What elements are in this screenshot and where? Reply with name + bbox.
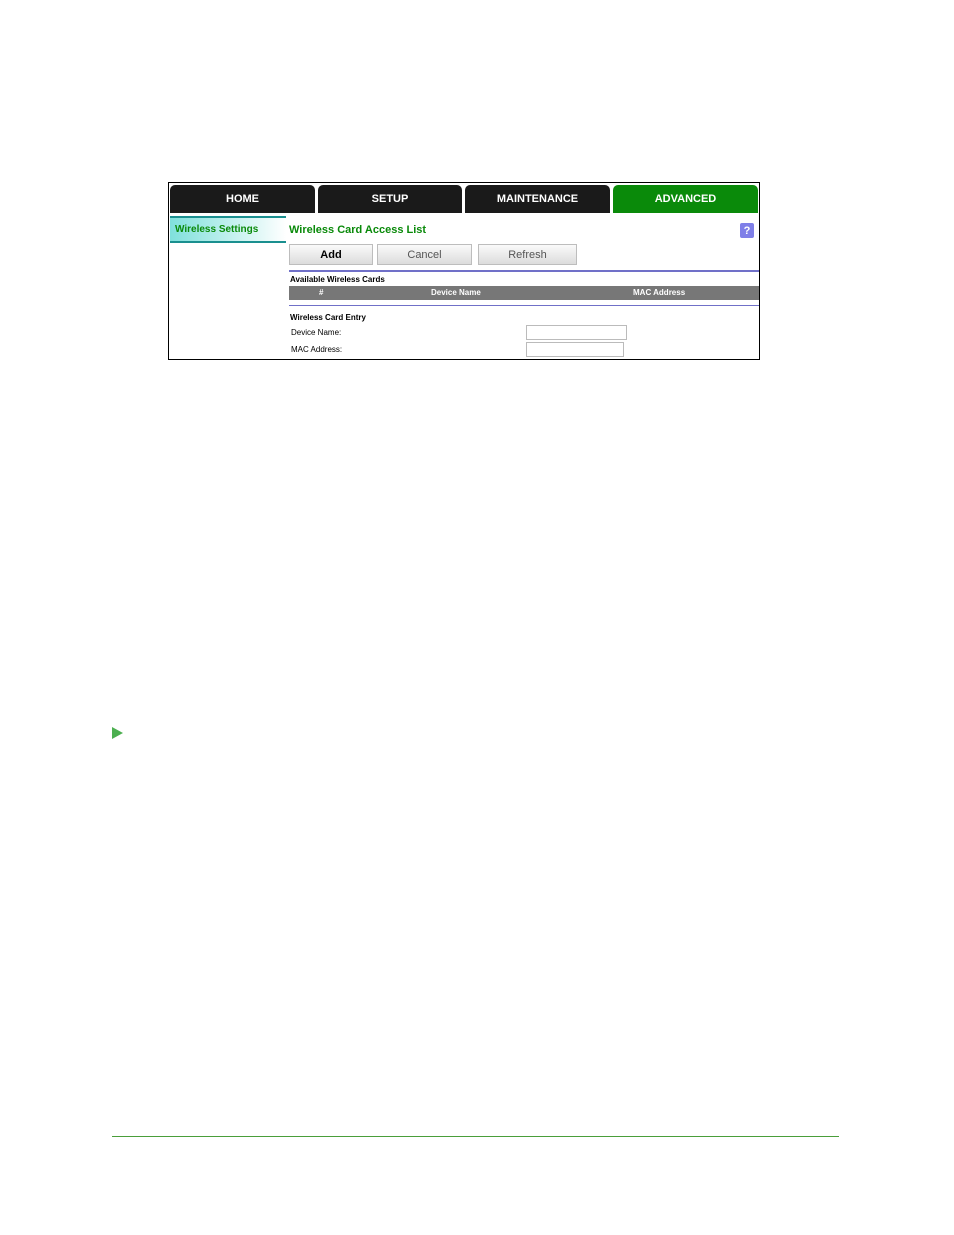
sidebar: Wireless Settings bbox=[169, 216, 286, 246]
column-header-device-name: Device Name bbox=[431, 288, 481, 297]
page-title: Wireless Card Access List bbox=[289, 224, 427, 236]
tab-home[interactable]: HOME bbox=[170, 185, 315, 213]
tab-setup[interactable]: SETUP bbox=[318, 185, 462, 213]
card-entry-heading: Wireless Card Entry bbox=[290, 313, 366, 322]
column-header-mac-address: MAC Address bbox=[633, 288, 686, 297]
tab-advanced[interactable]: ADVANCED bbox=[613, 185, 758, 213]
device-name-label: Device Name: bbox=[291, 328, 342, 337]
cards-table-header: # Device Name MAC Address bbox=[289, 286, 759, 300]
refresh-button[interactable]: Refresh bbox=[478, 244, 577, 265]
mac-address-label: MAC Address: bbox=[291, 345, 343, 354]
tab-maintenance[interactable]: MAINTENANCE bbox=[465, 185, 610, 213]
column-header-number: # bbox=[319, 288, 324, 297]
footer-divider bbox=[112, 1136, 839, 1137]
cancel-button[interactable]: Cancel bbox=[377, 244, 472, 265]
router-admin-screenshot: HOME SETUP MAINTENANCE ADVANCED Wireless… bbox=[168, 182, 760, 360]
mac-address-input[interactable] bbox=[526, 342, 624, 357]
available-cards-heading: Available Wireless Cards bbox=[290, 275, 385, 284]
top-nav-tabs: HOME SETUP MAINTENANCE ADVANCED bbox=[169, 183, 759, 213]
device-name-input[interactable] bbox=[526, 325, 627, 340]
divider bbox=[289, 270, 759, 272]
divider bbox=[289, 305, 759, 306]
sidebar-item-wireless-settings[interactable]: Wireless Settings bbox=[170, 216, 286, 243]
question-mark-icon[interactable]: ? bbox=[740, 223, 754, 238]
arrow-bullet-icon bbox=[112, 727, 123, 739]
add-button[interactable]: Add bbox=[289, 244, 373, 265]
